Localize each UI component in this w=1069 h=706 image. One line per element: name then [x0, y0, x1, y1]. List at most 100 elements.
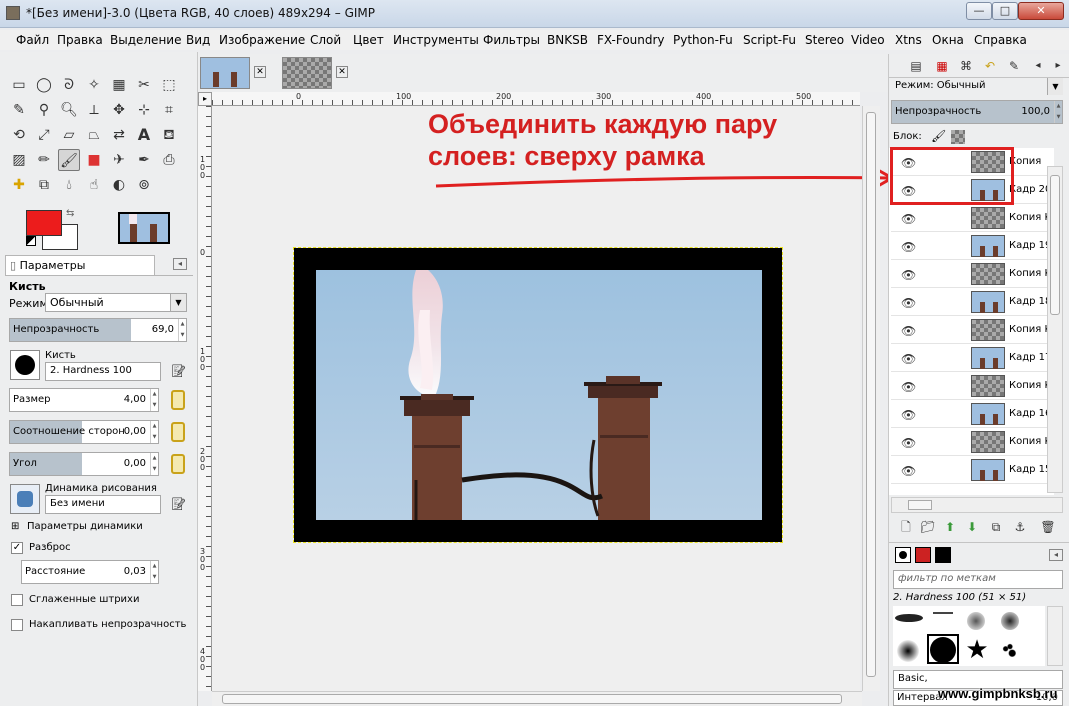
close-tab-2-icon[interactable]: ✕	[336, 66, 348, 78]
layer-row[interactable]: 👁︎ Кадр 15	[891, 456, 1051, 484]
menu-help[interactable]: Справка	[974, 33, 1027, 47]
menu-fx-foundry[interactable]: FX-Foundry	[597, 33, 665, 47]
image-tab-1[interactable]	[200, 57, 250, 89]
dynamics-button[interactable]	[10, 484, 40, 514]
eye-icon[interactable]: 👁︎	[901, 380, 916, 394]
swap-colors-icon[interactable]: ⇆	[66, 208, 74, 219]
raise-layer-icon[interactable]: ⬆	[939, 516, 961, 538]
eye-icon[interactable]: 👁︎	[901, 212, 916, 226]
color-select-icon[interactable]: ▦	[108, 74, 130, 96]
eye-icon[interactable]: 👁︎	[901, 268, 916, 282]
menu-layer[interactable]: Слой	[310, 33, 341, 47]
shear-icon[interactable]: ▱	[58, 124, 80, 146]
aspect-slider[interactable]: Соотношение сторон 0,00 ▲ ▼	[9, 420, 159, 444]
fuzzy-select-icon[interactable]: ✧	[83, 74, 105, 96]
edit-dynamics-icon[interactable]: 📝︎	[171, 497, 186, 511]
size-slider[interactable]: Размер 4,00 ▲ ▼	[9, 388, 159, 412]
distance-spin[interactable]: ▲ ▼	[150, 561, 158, 583]
rect-select-icon[interactable]: ▭	[8, 74, 30, 96]
h-scroll-thumb[interactable]	[222, 694, 842, 704]
brush-cell-selected[interactable]	[927, 634, 959, 664]
brush-cell-star[interactable]: ★	[961, 636, 993, 666]
anchor-layer-icon[interactable]: ⚓	[1009, 516, 1031, 538]
minimize-button[interactable]: —	[966, 2, 992, 20]
eye-icon[interactable]: 👁︎	[901, 464, 916, 478]
brushes-tab-menu-icon[interactable]: ◂	[1049, 549, 1063, 561]
horizontal-scrollbar[interactable]	[212, 691, 862, 706]
menu-select[interactable]: Выделение	[110, 33, 181, 47]
duplicate-layer-icon[interactable]: ⧉	[985, 516, 1007, 538]
distance-slider[interactable]: Расстояние 0,03 ▲ ▼	[21, 560, 159, 584]
layer-row[interactable]: 👁︎ Кадр 17	[891, 344, 1051, 372]
opacity-spin[interactable]: ▲ ▼	[178, 319, 186, 341]
menu-color[interactable]: Цвет	[353, 33, 384, 47]
eraser-icon[interactable]: ■	[83, 149, 105, 171]
layer-row[interactable]: 👁︎ Копия К	[891, 204, 1051, 232]
scale-icon[interactable]: ⤢	[33, 124, 55, 146]
opacity-slider[interactable]: Непрозрачность 69,0 ▲ ▼	[9, 318, 187, 342]
color-picker-icon[interactable]: ⚲	[33, 99, 55, 121]
gradients-tab-icon[interactable]	[935, 547, 951, 563]
layers-vscroll[interactable]	[1047, 166, 1063, 493]
reset-size-icon[interactable]	[171, 390, 185, 410]
brush-tab-icon[interactable]: ✎	[1003, 55, 1025, 77]
tab-scroll-icon[interactable]: ◂	[1027, 55, 1049, 77]
lock-pixels-icon[interactable]: 🖌︎	[931, 129, 946, 143]
vertical-scrollbar[interactable]	[862, 106, 880, 691]
brushes-tab-icon[interactable]	[895, 547, 911, 563]
v-scroll-thumb[interactable]	[866, 112, 876, 677]
menu-edit[interactable]: Правка	[57, 33, 103, 47]
brushes-vscroll[interactable]	[1047, 606, 1063, 666]
pencil-icon[interactable]: ✏	[33, 149, 55, 171]
menu-stereo[interactable]: Stereo	[805, 33, 844, 47]
default-colors-icon[interactable]	[26, 236, 36, 246]
perspective-clone-icon[interactable]: ⧉	[33, 174, 55, 196]
dynamics-name-field[interactable]: Без имени	[45, 495, 161, 514]
foreground-select-icon[interactable]: ⬚	[158, 74, 180, 96]
layers-hscroll[interactable]	[891, 497, 1063, 513]
image-tab-2[interactable]	[282, 57, 332, 89]
new-layer-icon[interactable]: 🗋	[895, 516, 917, 538]
mode-select[interactable]: Обычный ▼	[45, 293, 187, 312]
menu-script-fu[interactable]: Script-Fu	[743, 33, 796, 47]
layer-row[interactable]: 👁︎ Копия К	[891, 260, 1051, 288]
measure-icon[interactable]: ⟂	[83, 99, 105, 121]
brush-name-field[interactable]: 2. Hardness 100	[45, 362, 161, 381]
scissors-icon[interactable]: ✂	[133, 74, 155, 96]
foreground-color-swatch[interactable]	[26, 210, 62, 236]
tag-filter-input[interactable]: фильтр по меткам	[893, 570, 1063, 589]
layer-row[interactable]: 👁︎ Копия К	[891, 428, 1051, 456]
layers-tab-icon[interactable]: ▤	[905, 55, 927, 77]
menu-image[interactable]: Изображение	[219, 33, 305, 47]
menu-view[interactable]: Вид	[186, 33, 210, 47]
angle-slider[interactable]: Угол 0,00 ▲ ▼	[9, 452, 159, 476]
eye-icon[interactable]: 👁︎	[901, 408, 916, 422]
ink-icon[interactable]: ✒	[133, 149, 155, 171]
airbrush-icon[interactable]: ✈	[108, 149, 130, 171]
undo-tab-icon[interactable]: ↶	[979, 55, 1001, 77]
blur-icon[interactable]: 💧︎	[58, 174, 80, 196]
cage-transform-icon[interactable]: ⊚	[133, 174, 155, 196]
edit-brush-icon[interactable]: 📝︎	[171, 364, 186, 378]
brush-cell-5[interactable]	[893, 636, 925, 666]
smudge-icon[interactable]: ☝	[83, 174, 105, 196]
menu-bnksb[interactable]: BNKSB	[547, 33, 588, 47]
clone-icon[interactable]: ⎙	[158, 149, 180, 171]
layer-row[interactable]: 👁︎ Кадр 16	[891, 400, 1051, 428]
layer-row[interactable]: 👁︎ Кадр 19	[891, 232, 1051, 260]
dodge-burn-icon[interactable]: ◐	[108, 174, 130, 196]
lock-alpha-icon[interactable]	[951, 130, 965, 144]
text-icon[interactable]: A	[133, 124, 155, 146]
close-tab-1-icon[interactable]: ✕	[254, 66, 266, 78]
lasso-icon[interactable]: ᘐ	[58, 74, 80, 96]
aspect-spin[interactable]: ▲ ▼	[150, 421, 158, 443]
layer-row[interactable]: 👁︎ Кадр 18	[891, 288, 1051, 316]
menu-python-fu[interactable]: Python-Fu	[673, 33, 733, 47]
flip-icon[interactable]: ⇄	[108, 124, 130, 146]
paintbrush-icon[interactable]: 🖌︎	[58, 149, 80, 171]
menu-windows[interactable]: Окна	[932, 33, 964, 47]
heal-icon[interactable]: ✚	[8, 174, 30, 196]
menu-xtns[interactable]: Xtns	[895, 33, 922, 47]
tab-menu-icon[interactable]: ◂	[173, 258, 187, 270]
reset-angle-icon[interactable]	[171, 454, 185, 474]
